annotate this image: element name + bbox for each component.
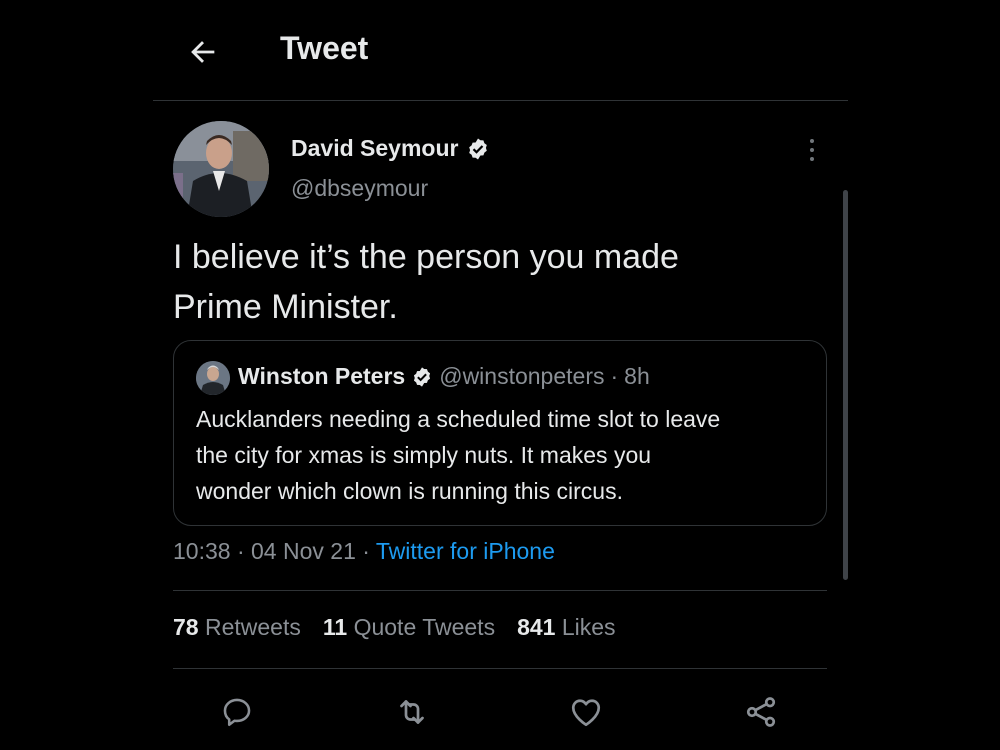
quote-tweets-count: 11: [322, 614, 348, 640]
quote-age: 8h: [624, 363, 650, 389]
quote-author-name: Winston Peters: [238, 363, 406, 389]
divider: [173, 590, 827, 591]
tweet-text: I believe it’s the person you made Prime…: [173, 232, 793, 332]
top-header: Tweet: [153, 0, 848, 101]
share-icon: [746, 697, 776, 727]
meta-separator: ·: [362, 538, 376, 564]
tweet-date: 04 Nov 21: [251, 538, 356, 564]
retweet-icon: [400, 700, 424, 724]
like-button[interactable]: [564, 690, 608, 734]
reply-button[interactable]: [215, 690, 259, 734]
quote-header: Winston Peters @winstonpeters · 8h: [238, 363, 650, 390]
likes-stat[interactable]: 841 Likes: [517, 614, 615, 641]
quote-tweets-stat[interactable]: 11 Quote Tweets: [323, 614, 495, 641]
retweet-button[interactable]: [390, 690, 434, 734]
author-handle[interactable]: @dbseymour: [291, 175, 428, 202]
quote-text-line: Aucklanders needing a scheduled time slo…: [196, 406, 721, 432]
verified-badge-icon: [469, 138, 488, 159]
likes-label: Likes: [561, 614, 616, 640]
tweet-meta: 10:38 · 04 Nov 21 · Twitter for iPhone: [173, 538, 555, 565]
quote-tweets-label: Quote Tweets: [353, 614, 496, 640]
author-name: David Seymour: [291, 135, 459, 161]
tweet-time: 10:38: [173, 538, 231, 564]
page-title: Tweet: [280, 30, 369, 66]
retweets-count: 78: [173, 614, 199, 640]
quote-author-handle: @winstonpeters: [439, 363, 605, 389]
tweet-detail-screen: Tweet David Seymour @dbseymour I believe…: [0, 0, 1000, 750]
author-name-row[interactable]: David Seymour: [291, 135, 490, 162]
tweet-stats: 78 Retweets 11 Quote Tweets 841 Likes: [173, 614, 616, 641]
retweets-stat[interactable]: 78 Retweets: [173, 614, 301, 641]
back-button[interactable]: [183, 32, 223, 72]
retweets-label: Retweets: [204, 614, 301, 640]
quote-text-line: the city for xmas is simply nuts. It mak…: [196, 442, 652, 468]
meta-separator: ·: [236, 538, 252, 564]
arrow-left-icon: [191, 41, 215, 63]
action-bar: [173, 690, 827, 734]
quoted-tweet-card[interactable]: Winston Peters @winstonpeters · 8h Auckl…: [173, 340, 827, 526]
more-options-button[interactable]: [798, 134, 826, 166]
share-button[interactable]: [739, 690, 783, 734]
likes-count: 841: [517, 614, 556, 640]
more-vertical-icon: [810, 139, 814, 143]
author-avatar[interactable]: [173, 121, 269, 217]
tweet-text-line: I believe it’s the person you made: [173, 238, 679, 276]
divider: [173, 668, 827, 669]
reply-icon: [223, 698, 251, 727]
quote-separator: ·: [610, 363, 619, 389]
tweet-source-link[interactable]: Twitter for iPhone: [376, 538, 555, 564]
quote-text: Aucklanders needing a scheduled time slo…: [196, 401, 816, 509]
avatar-image: [196, 361, 230, 395]
heart-icon: [571, 699, 601, 727]
scrollbar[interactable]: [843, 190, 848, 580]
quote-text-line: wonder which clown is running this circu…: [196, 478, 623, 504]
avatar-image: [173, 121, 269, 217]
tweet-text-line: Prime Minister.: [173, 288, 398, 326]
quote-author-avatar: [196, 361, 230, 395]
verified-badge-icon: [414, 366, 431, 387]
